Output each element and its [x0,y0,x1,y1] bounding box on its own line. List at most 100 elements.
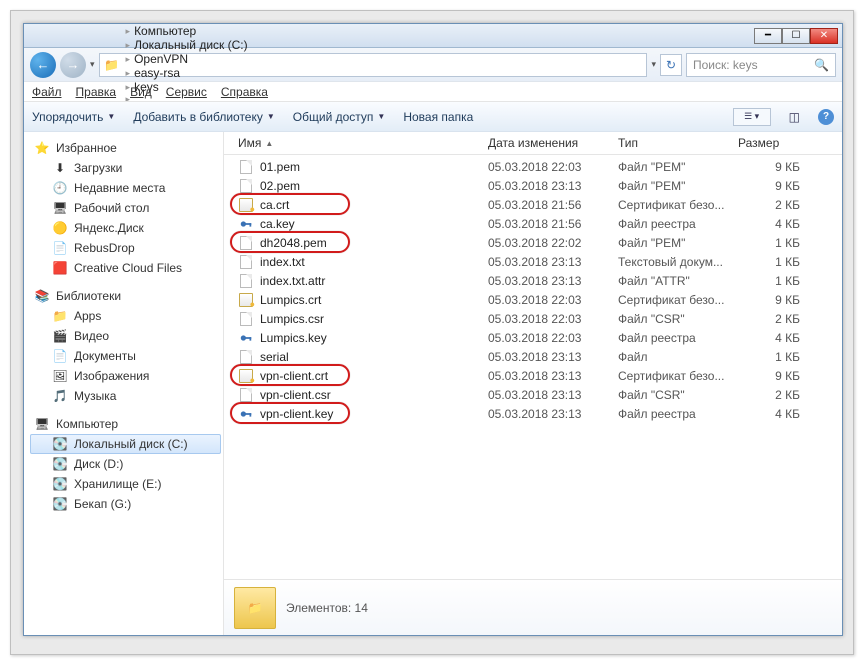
file-icon [238,368,254,384]
crumb[interactable]: ▸easy-rsa [122,66,252,80]
item-icon: 🕘 [52,180,68,196]
file-icon [238,216,254,232]
item-icon: 🟡 [52,220,68,236]
crumb[interactable]: ▸Локальный диск (C:) [122,38,252,52]
menu-file[interactable]: Файл [32,85,62,99]
file-icon [238,311,254,327]
sidebar-item[interactable]: 💽Локальный диск (C:) [30,434,221,454]
sidebar-item[interactable]: 💽Хранилище (E:) [30,474,221,494]
item-icon: 🎬 [52,328,68,344]
refresh-button[interactable]: ↻ [660,54,682,76]
file-icon [238,273,254,289]
menu-service[interactable]: Сервис [166,85,207,99]
file-row[interactable]: index.txt.attr05.03.2018 23:13Файл "ATTR… [224,271,842,290]
sidebar-item[interactable]: 📁Apps [30,306,221,326]
forward-button[interactable]: → [60,52,86,78]
file-icon [238,349,254,365]
item-icon: 📄 [52,240,68,256]
sidebar-item[interactable]: 💽Диск (D:) [30,454,221,474]
sidebar-item[interactable]: ⬇Загрузки [30,158,221,178]
column-headers: Имя▲ Дата изменения Тип Размер [224,132,842,155]
history-dropdown-icon[interactable]: ▾ [90,59,95,70]
item-icon: 💽 [52,496,68,512]
file-pane: Имя▲ Дата изменения Тип Размер 01.pem05.… [224,132,842,635]
file-row[interactable]: Lumpics.key05.03.2018 22:03Файл реестра4… [224,328,842,347]
sidebar-item[interactable]: 🟡Яндекс.Диск [30,218,221,238]
address-dropdown-icon[interactable]: ▾ [651,59,656,70]
file-icon [238,330,254,346]
sidebar-item[interactable]: 🕘Недавние места [30,178,221,198]
folder-thumb-icon: 📁 [234,587,276,629]
share-button[interactable]: Общий доступ▼ [293,110,386,124]
file-row[interactable]: Lumpics.csr05.03.2018 22:03Файл "CSR"2 К… [224,309,842,328]
item-icon: 🖼 [52,368,68,384]
back-button[interactable]: ← [30,52,56,78]
menu-edit[interactable]: Правка [76,85,117,99]
item-icon: 🟥 [52,260,68,276]
crumb[interactable]: ▸Компьютер [122,24,252,38]
file-icon [238,178,254,194]
sidebar-item[interactable]: 📄RebusDrop [30,238,221,258]
search-input[interactable]: Поиск: keys 🔍 [686,53,836,77]
maximize-button[interactable]: ☐ [782,28,810,44]
sidebar-item[interactable]: 🎬Видео [30,326,221,346]
col-type[interactable]: Тип [618,136,738,150]
file-row[interactable]: Lumpics.crt05.03.2018 22:03Сертификат бе… [224,290,842,309]
item-icon: 💽 [52,436,68,452]
file-row[interactable]: 02.pem05.03.2018 23:13Файл "PEM"9 КБ [224,176,842,195]
details-pane: 📁 Элементов: 14 [224,579,842,635]
file-row[interactable]: vpn-client.crt05.03.2018 23:13Сертификат… [224,366,842,385]
sidebar-item[interactable]: 🖥Рабочий стол [30,198,221,218]
computer-icon: 🖥 [34,416,50,432]
sidebar-item[interactable]: 🖼Изображения [30,366,221,386]
file-icon [238,387,254,403]
item-icon: 💽 [52,456,68,472]
menu-help[interactable]: Справка [221,85,268,99]
file-row[interactable]: serial05.03.2018 23:13Файл1 КБ [224,347,842,366]
file-row[interactable]: 01.pem05.03.2018 22:03Файл "PEM"9 КБ [224,157,842,176]
col-date[interactable]: Дата изменения [488,136,618,150]
file-row[interactable]: dh2048.pem05.03.2018 22:02Файл "PEM"1 КБ [224,233,842,252]
close-button[interactable]: ✕ [810,28,838,44]
item-icon: 📁 [52,308,68,324]
item-icon: 🎵 [52,388,68,404]
item-icon: 📄 [52,348,68,364]
item-count-label: Элементов: 14 [286,601,368,615]
item-icon: 💽 [52,476,68,492]
sidebar-libraries-header[interactable]: 📚Библиотеки [30,286,221,306]
preview-pane-button[interactable]: ◫ [789,110,800,124]
sidebar-item[interactable]: 🟥Creative Cloud Files [30,258,221,278]
file-icon [238,254,254,270]
file-row[interactable]: vpn-client.csr05.03.2018 23:13Файл "CSR"… [224,385,842,404]
newfolder-button[interactable]: Новая папка [403,110,473,124]
menu-view[interactable]: Вид [130,85,152,99]
help-button[interactable]: ? [818,109,834,125]
file-row[interactable]: index.txt05.03.2018 23:13Текстовый докум… [224,252,842,271]
address-bar[interactable]: 📁 ▸Компьютер▸Локальный диск (C:)▸OpenVPN… [99,53,648,77]
folder-icon: 📁 [104,57,120,73]
toolbar: Упорядочить▼ Добавить в библиотеку▼ Общи… [24,102,842,132]
library-icon: 📚 [34,288,50,304]
col-name[interactable]: Имя▲ [238,136,488,150]
organize-button[interactable]: Упорядочить▼ [32,110,115,124]
crumb[interactable]: ▸OpenVPN [122,52,252,66]
sidebar-item[interactable]: 📄Документы [30,346,221,366]
view-mode-button[interactable]: ☰ ▾ [733,108,771,126]
nav-bar: ← → ▾ 📁 ▸Компьютер▸Локальный диск (C:)▸O… [24,48,842,82]
file-icon [238,159,254,175]
menu-bar: Файл Правка Вид Сервис Справка [24,82,842,102]
sidebar-item[interactable]: 🎵Музыка [30,386,221,406]
sidebar: ⭐Избранное ⬇Загрузки🕘Недавние места🖥Рабо… [24,132,224,635]
addlib-button[interactable]: Добавить в библиотеку▼ [133,110,274,124]
col-size[interactable]: Размер [738,136,808,150]
file-row[interactable]: vpn-client.key05.03.2018 23:13Файл реест… [224,404,842,423]
file-icon [238,406,254,422]
sidebar-favorites-header[interactable]: ⭐Избранное [30,138,221,158]
item-icon: 🖥 [52,200,68,216]
sidebar-computer-header[interactable]: 🖥Компьютер [30,414,221,434]
minimize-button[interactable]: ━ [754,28,782,44]
star-icon: ⭐ [34,140,50,156]
file-row[interactable]: ca.key05.03.2018 21:56Файл реестра4 КБ [224,214,842,233]
sidebar-item[interactable]: 💽Бекап (G:) [30,494,221,514]
file-row[interactable]: ca.crt05.03.2018 21:56Сертификат безо...… [224,195,842,214]
